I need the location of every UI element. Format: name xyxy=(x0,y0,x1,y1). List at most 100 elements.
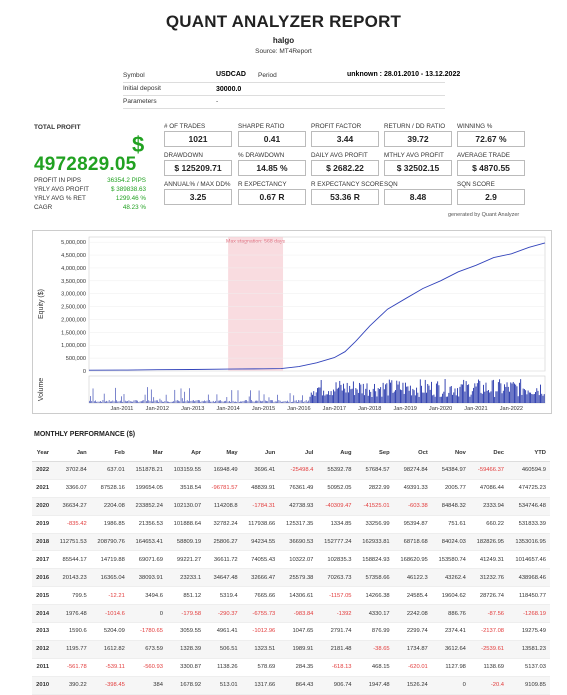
value-cell: 3059.55 xyxy=(166,622,206,641)
volume-bar xyxy=(434,396,436,403)
value-cell: -87.56 xyxy=(469,604,509,624)
volume-bar xyxy=(110,401,111,403)
y-tick-label: 1,000,000 xyxy=(61,343,86,349)
volume-bar xyxy=(134,400,136,403)
volume-bar xyxy=(160,400,162,403)
volume-bar xyxy=(445,396,447,403)
value-cell: 43262.4 xyxy=(431,568,470,588)
volume-bar xyxy=(119,400,121,403)
value-cell: -1012.96 xyxy=(241,622,280,641)
winning-pct-value: 72.67 % xyxy=(457,131,525,147)
volume-bar xyxy=(525,390,527,403)
value-cell: 76361.49 xyxy=(279,479,318,498)
volume-bar xyxy=(209,400,210,403)
stagnation-band xyxy=(228,237,284,371)
volume-bar xyxy=(531,394,533,403)
volume-bar xyxy=(440,396,442,403)
value-cell: 101888.64 xyxy=(166,515,206,534)
volume-bar xyxy=(365,388,367,403)
volume-bar xyxy=(471,391,473,403)
value-cell: 57358.66 xyxy=(355,568,394,588)
value-cell: 4330.17 xyxy=(355,604,394,624)
value-cell: 23233.1 xyxy=(166,568,206,588)
volume-bar xyxy=(442,393,444,403)
sqn-score-label: SQN SCORE xyxy=(457,181,495,188)
value-cell: 47086.44 xyxy=(469,479,509,498)
value-cell: 1590.6 xyxy=(53,622,91,641)
value-cell: -41525.01 xyxy=(355,497,394,516)
volume-bar xyxy=(318,387,320,403)
volume-bar xyxy=(175,400,177,403)
volume-bar xyxy=(268,397,270,403)
volume-bar xyxy=(153,397,155,403)
volume-bar xyxy=(214,401,215,403)
volume-bar xyxy=(124,400,126,403)
volume-bar xyxy=(310,392,312,403)
year-cell: 2020 xyxy=(32,497,54,516)
volume-bar xyxy=(298,400,300,403)
volume-bar xyxy=(132,401,133,403)
value-cell: 164653.41 xyxy=(128,533,167,552)
value-cell: 25579.38 xyxy=(279,568,318,588)
volume-bar xyxy=(335,382,337,403)
volume-bar xyxy=(195,400,197,403)
volume-axis-label: Volume xyxy=(38,378,45,401)
volume-bar xyxy=(115,387,116,403)
total-profit-label: TOTAL PROFIT xyxy=(34,124,81,131)
volume-bar xyxy=(505,386,507,403)
value-cell: -40309.47 xyxy=(317,497,356,516)
volume-bar xyxy=(137,400,138,403)
value-cell: 31232.76 xyxy=(469,568,509,588)
year-cell: 2011 xyxy=(32,658,54,677)
volume-bar xyxy=(537,390,539,403)
year-cell: 2014 xyxy=(32,604,54,624)
volume-bar xyxy=(237,390,239,403)
volume-bar xyxy=(233,401,235,403)
volume-bar xyxy=(264,400,266,403)
value-cell: -1157.05 xyxy=(317,586,356,606)
report-author: halgo xyxy=(272,36,295,45)
volume-bar xyxy=(190,401,192,403)
volume-bar xyxy=(198,400,199,403)
period-value: unknown : 28.01.2010 - 13.12.2022 xyxy=(347,71,461,78)
volume-bar xyxy=(530,392,532,403)
report-source: Source: MT4Report xyxy=(255,48,312,55)
volume-bar xyxy=(383,389,385,403)
volume-bar xyxy=(281,401,282,403)
pct-drawdown-label: % DRAWDOWN xyxy=(238,152,285,159)
volume-bar xyxy=(253,401,255,403)
volume-bar xyxy=(392,392,394,403)
volume-bar xyxy=(418,396,420,403)
y-tick-label: 5,000,000 xyxy=(61,240,86,246)
winning-pct-label: WINNING % xyxy=(457,123,493,130)
volume-bar xyxy=(121,396,122,403)
value-cell: 5204.09 xyxy=(90,622,129,641)
volume-bar xyxy=(355,388,357,403)
table-row: 2014 1976.48 -1014.6 0 -179.58 -290.37 -6755.7… xyxy=(32,604,550,624)
value-cell: 46122.3 xyxy=(393,568,432,588)
volume-bar xyxy=(106,400,107,403)
volume-bar xyxy=(402,382,404,403)
value-cell: 28726.74 xyxy=(469,586,509,606)
monthly-performance-table: Year Jan Feb Mar Apr May Jun Jul Aug Sep Oct Nov Dec… xyxy=(32,444,550,695)
volume-bar xyxy=(407,386,409,403)
value-cell: 513.01 xyxy=(205,676,242,695)
value-cell: 1047.65 xyxy=(279,622,318,641)
volume-bar xyxy=(515,384,517,403)
volume-bar xyxy=(345,392,347,403)
volume-bar xyxy=(241,401,243,403)
volume-bar xyxy=(412,388,414,403)
volume-bar xyxy=(325,394,327,403)
volume-bar xyxy=(408,390,410,403)
volume-bar xyxy=(455,395,457,403)
volume-bar xyxy=(193,400,194,403)
volume-bar xyxy=(277,394,278,403)
volume-bar xyxy=(484,391,486,403)
volume-bar xyxy=(308,400,309,403)
value-cell: 637.01 xyxy=(90,461,129,480)
drawdown-label: DRAWDOWN xyxy=(164,152,203,159)
value-cell: 534746.48 xyxy=(508,497,550,516)
value-cell: 390.22 xyxy=(53,676,91,695)
value-cell: 1014657.46 xyxy=(508,550,550,570)
table-header-jan: Jan xyxy=(53,444,91,462)
